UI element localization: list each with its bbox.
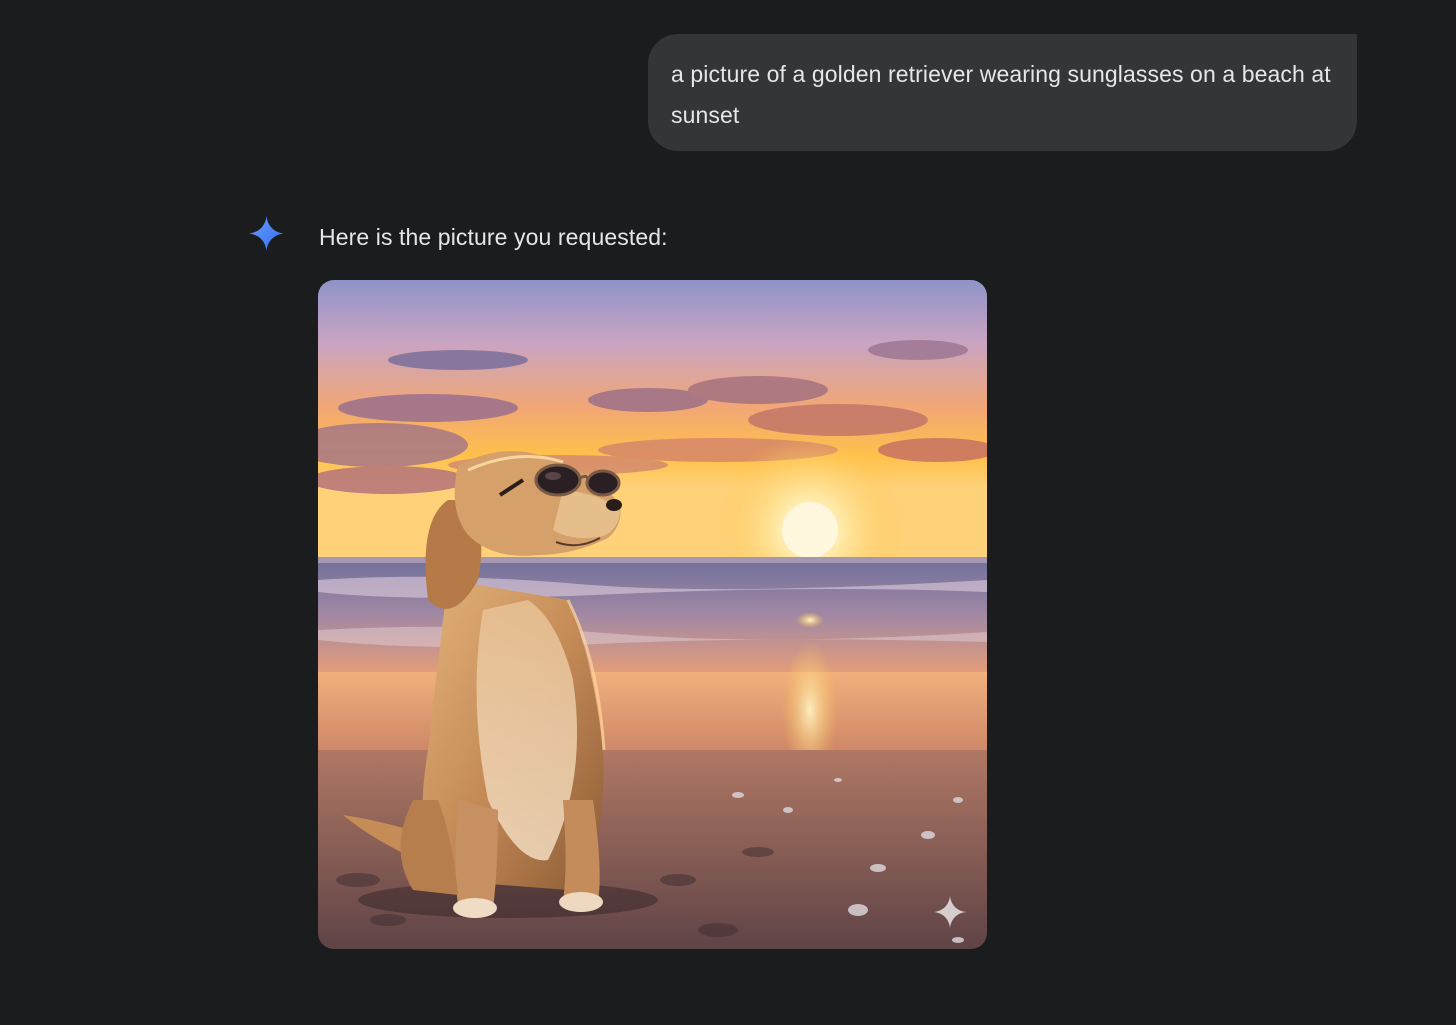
generated-image[interactable] (318, 280, 987, 949)
sparkle-icon (933, 895, 967, 929)
user-message-bubble: a picture of a golden retriever wearing … (648, 34, 1357, 151)
user-prompt-text: a picture of a golden retriever wearing … (671, 61, 1331, 128)
sparkle-icon (248, 215, 285, 252)
golden-retriever-sunset-image (318, 280, 987, 949)
assistant-reply-text: Here is the picture you requested: (319, 224, 668, 250)
chat-page: a picture of a golden retriever wearing … (0, 0, 1456, 1025)
